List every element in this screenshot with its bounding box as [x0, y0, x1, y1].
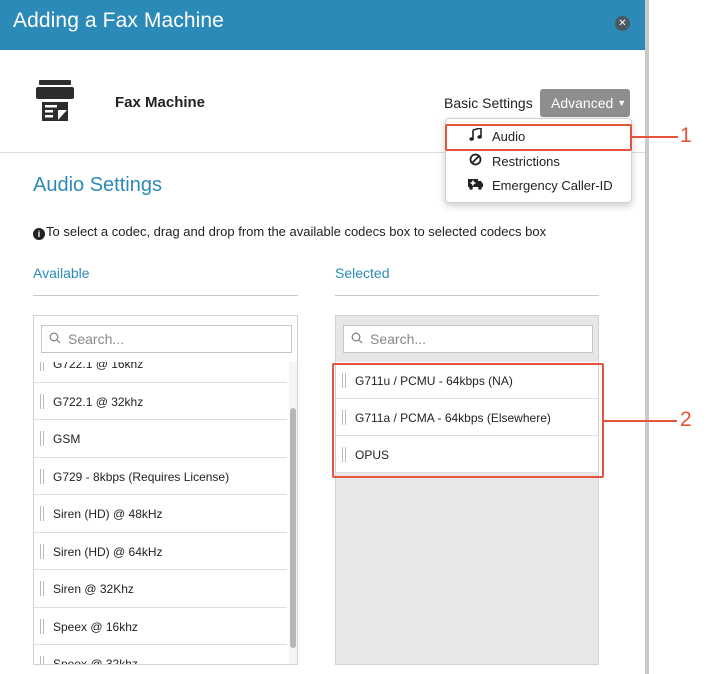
- section-title: Audio Settings: [33, 174, 162, 196]
- annotation-line-2: [604, 420, 677, 422]
- drag-handle-icon[interactable]: [40, 656, 44, 664]
- window-scrollbar[interactable]: [645, 0, 649, 674]
- selected-label: Selected: [335, 265, 390, 281]
- drag-handle-icon[interactable]: [40, 543, 44, 559]
- scroll-thumb[interactable]: [290, 408, 296, 648]
- codec-item[interactable]: G729 - 8kbps (Requires License): [34, 457, 287, 495]
- codec-item[interactable]: Siren (HD) @ 48kHz: [34, 495, 287, 533]
- codec-item[interactable]: G711u / PCMU - 64kbps (NA): [336, 362, 598, 399]
- codec-label: G729 - 8kbps (Requires License): [53, 469, 230, 484]
- dialog-header: Adding a Fax Machine ✕: [0, 0, 645, 50]
- codec-label: G722.1 @ 32khz: [53, 394, 144, 409]
- annotation-line-1: [632, 136, 678, 138]
- available-divider: [33, 295, 298, 296]
- annotation-number-2: 2: [680, 408, 692, 431]
- available-scrollbar[interactable]: [289, 362, 297, 664]
- available-codec-list: G722.1 @ 16khz G722.1 @ 32khz GSM G729 - 8k…: [34, 362, 287, 664]
- advanced-dropdown-button[interactable]: Advanced ▼: [540, 89, 630, 117]
- selected-search-input[interactable]: [370, 329, 570, 349]
- drag-handle-icon[interactable]: [40, 431, 44, 446]
- menu-item-label: Audio: [492, 129, 526, 144]
- selected-codec-list: G711u / PCMU - 64kbps (NA) G711a / PCMA -…: [336, 362, 598, 473]
- info-icon: i: [33, 228, 45, 240]
- codec-label: Siren @ 32Khz: [53, 582, 134, 596]
- drag-handle-icon[interactable]: [342, 373, 346, 388]
- available-search-input[interactable]: [68, 329, 268, 349]
- drag-handle-icon[interactable]: [40, 618, 44, 634]
- advanced-menu: Audio Restrictions Emergency Caller-ID: [445, 118, 632, 203]
- selected-search[interactable]: [343, 325, 593, 353]
- menu-item-emergency-caller-id[interactable]: Emergency Caller-ID: [446, 174, 633, 198]
- menu-item-restrictions[interactable]: Restrictions: [446, 150, 633, 174]
- close-icon[interactable]: ✕: [615, 16, 630, 31]
- codec-item[interactable]: Speex @ 16khz: [34, 607, 287, 645]
- codec-label: OPUS: [355, 448, 390, 462]
- codec-label: Speex @ 32khz: [53, 657, 138, 664]
- available-list-viewport: G722.1 @ 16khz G722.1 @ 32khz GSM G729 - 8k…: [34, 362, 287, 664]
- ambulance-icon: [468, 177, 483, 191]
- menu-item-audio[interactable]: Audio: [446, 125, 633, 149]
- codec-label: G722.1 @ 16khz: [53, 362, 144, 371]
- drag-handle-icon[interactable]: [342, 447, 346, 462]
- codec-item[interactable]: Siren (HD) @ 64kHz: [34, 532, 287, 570]
- codec-item[interactable]: GSM: [34, 420, 287, 458]
- drag-handle-icon[interactable]: [342, 410, 346, 425]
- drag-handle-icon[interactable]: [40, 581, 44, 596]
- codec-label: Siren (HD) @ 48kHz: [53, 507, 163, 521]
- available-search[interactable]: [41, 325, 292, 353]
- selected-divider: [335, 295, 599, 296]
- advanced-label: Advanced: [551, 95, 614, 111]
- codec-item[interactable]: Speex @ 32khz: [34, 645, 287, 664]
- selected-codecs-box: G711u / PCMU - 64kbps (NA) G711a / PCMA -…: [335, 315, 599, 665]
- available-codecs-box: G722.1 @ 16khz G722.1 @ 32khz GSM G729 - 8k…: [33, 315, 298, 665]
- available-label: Available: [33, 265, 90, 281]
- basic-settings-tab[interactable]: Basic Settings: [444, 95, 533, 111]
- dialog-title: Adding a Fax Machine: [13, 9, 224, 32]
- codec-label: G711u / PCMU - 64kbps (NA): [355, 374, 513, 388]
- fax-icon: [36, 80, 76, 122]
- annotation-number-1: 1: [680, 124, 692, 147]
- add-fax-dialog: Adding a Fax Machine ✕ Fax Machine Basic…: [0, 0, 722, 674]
- drag-handle-icon[interactable]: [40, 362, 44, 371]
- menu-item-label: Emergency Caller-ID: [492, 178, 613, 193]
- codec-item[interactable]: OPUS: [336, 436, 598, 473]
- menu-item-label: Restrictions: [492, 154, 560, 169]
- codec-item[interactable]: G711a / PCMA - 64kbps (Elsewhere): [336, 399, 598, 436]
- caret-down-icon: ▼: [617, 98, 627, 108]
- codec-label: Speex @ 16khz: [53, 619, 138, 634]
- search-icon: [351, 332, 363, 344]
- codec-label: G711a / PCMA - 64kbps (Elsewhere): [355, 411, 551, 425]
- search-icon: [49, 332, 61, 344]
- codec-item[interactable]: Siren @ 32Khz: [34, 570, 287, 608]
- codec-label: Siren (HD) @ 64kHz: [53, 544, 163, 559]
- codec-item[interactable]: G722.1 @ 32khz: [34, 382, 287, 420]
- drag-handle-icon[interactable]: [40, 393, 44, 409]
- codec-item[interactable]: G722.1 @ 16khz: [34, 362, 287, 383]
- info-message: To select a codec, drag and drop from th…: [46, 224, 547, 239]
- music-note-icon: [468, 126, 482, 142]
- device-name: Fax Machine: [115, 94, 206, 111]
- drag-handle-icon[interactable]: [40, 468, 44, 484]
- info-text: i To select a codec, drag and drop from t…: [33, 224, 546, 240]
- codec-label: GSM: [53, 432, 81, 446]
- drag-handle-icon[interactable]: [40, 506, 44, 521]
- ban-icon: [468, 153, 482, 167]
